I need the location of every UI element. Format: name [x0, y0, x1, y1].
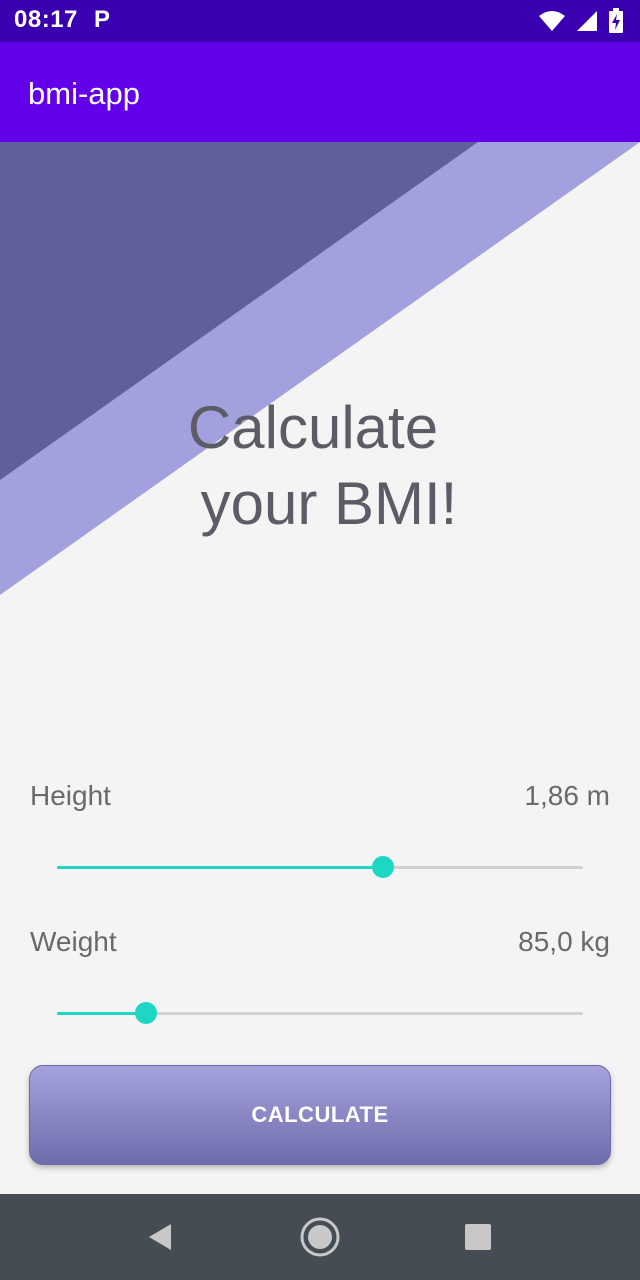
weight-slider[interactable] — [57, 1002, 583, 1024]
calculate-button[interactable]: CALCULATE — [29, 1065, 611, 1165]
notification-p-icon: P — [94, 6, 111, 33]
app-bar: bmi-app — [0, 42, 640, 142]
weight-label: Weight — [30, 926, 117, 957]
status-icons — [538, 8, 624, 34]
weight-value: 85,0 kg — [518, 926, 610, 957]
hero-stripes — [0, 142, 640, 595]
battery-charging-icon — [609, 8, 623, 33]
hero-banner: Calculate your BMI! — [0, 142, 640, 622]
height-row: Height 1,86 m — [0, 780, 640, 890]
home-button[interactable] — [295, 1212, 345, 1262]
status-time: 08:17 — [14, 6, 78, 33]
height-label: Height — [30, 780, 111, 811]
recents-icon — [465, 1224, 491, 1250]
wifi-icon — [539, 11, 565, 31]
hero-title-line1: Calculate — [187, 394, 439, 461]
recents-button[interactable] — [453, 1212, 503, 1262]
hero-title: Calculate your BMI! — [0, 390, 640, 542]
back-icon — [149, 1224, 171, 1250]
hero-title-line2: your BMI! — [200, 470, 458, 537]
weight-row: Weight 85,0 kg — [0, 926, 640, 1036]
signal-icon — [577, 11, 597, 31]
height-value: 1,86 m — [524, 780, 610, 811]
height-slider[interactable] — [57, 856, 583, 878]
weight-slider-fill — [57, 1012, 147, 1015]
app-title: bmi-app — [28, 76, 140, 111]
weight-slider-thumb[interactable] — [135, 1002, 158, 1024]
height-slider-thumb[interactable] — [372, 856, 395, 878]
back-button[interactable] — [135, 1212, 185, 1262]
status-bar: 08:17 P — [0, 0, 640, 42]
home-icon — [300, 1217, 340, 1257]
screen: 08:17 P bmi-app Calculate your BMI! Heig… — [0, 0, 640, 1280]
height-slider-fill — [57, 866, 384, 869]
nav-bar — [0, 1194, 640, 1280]
